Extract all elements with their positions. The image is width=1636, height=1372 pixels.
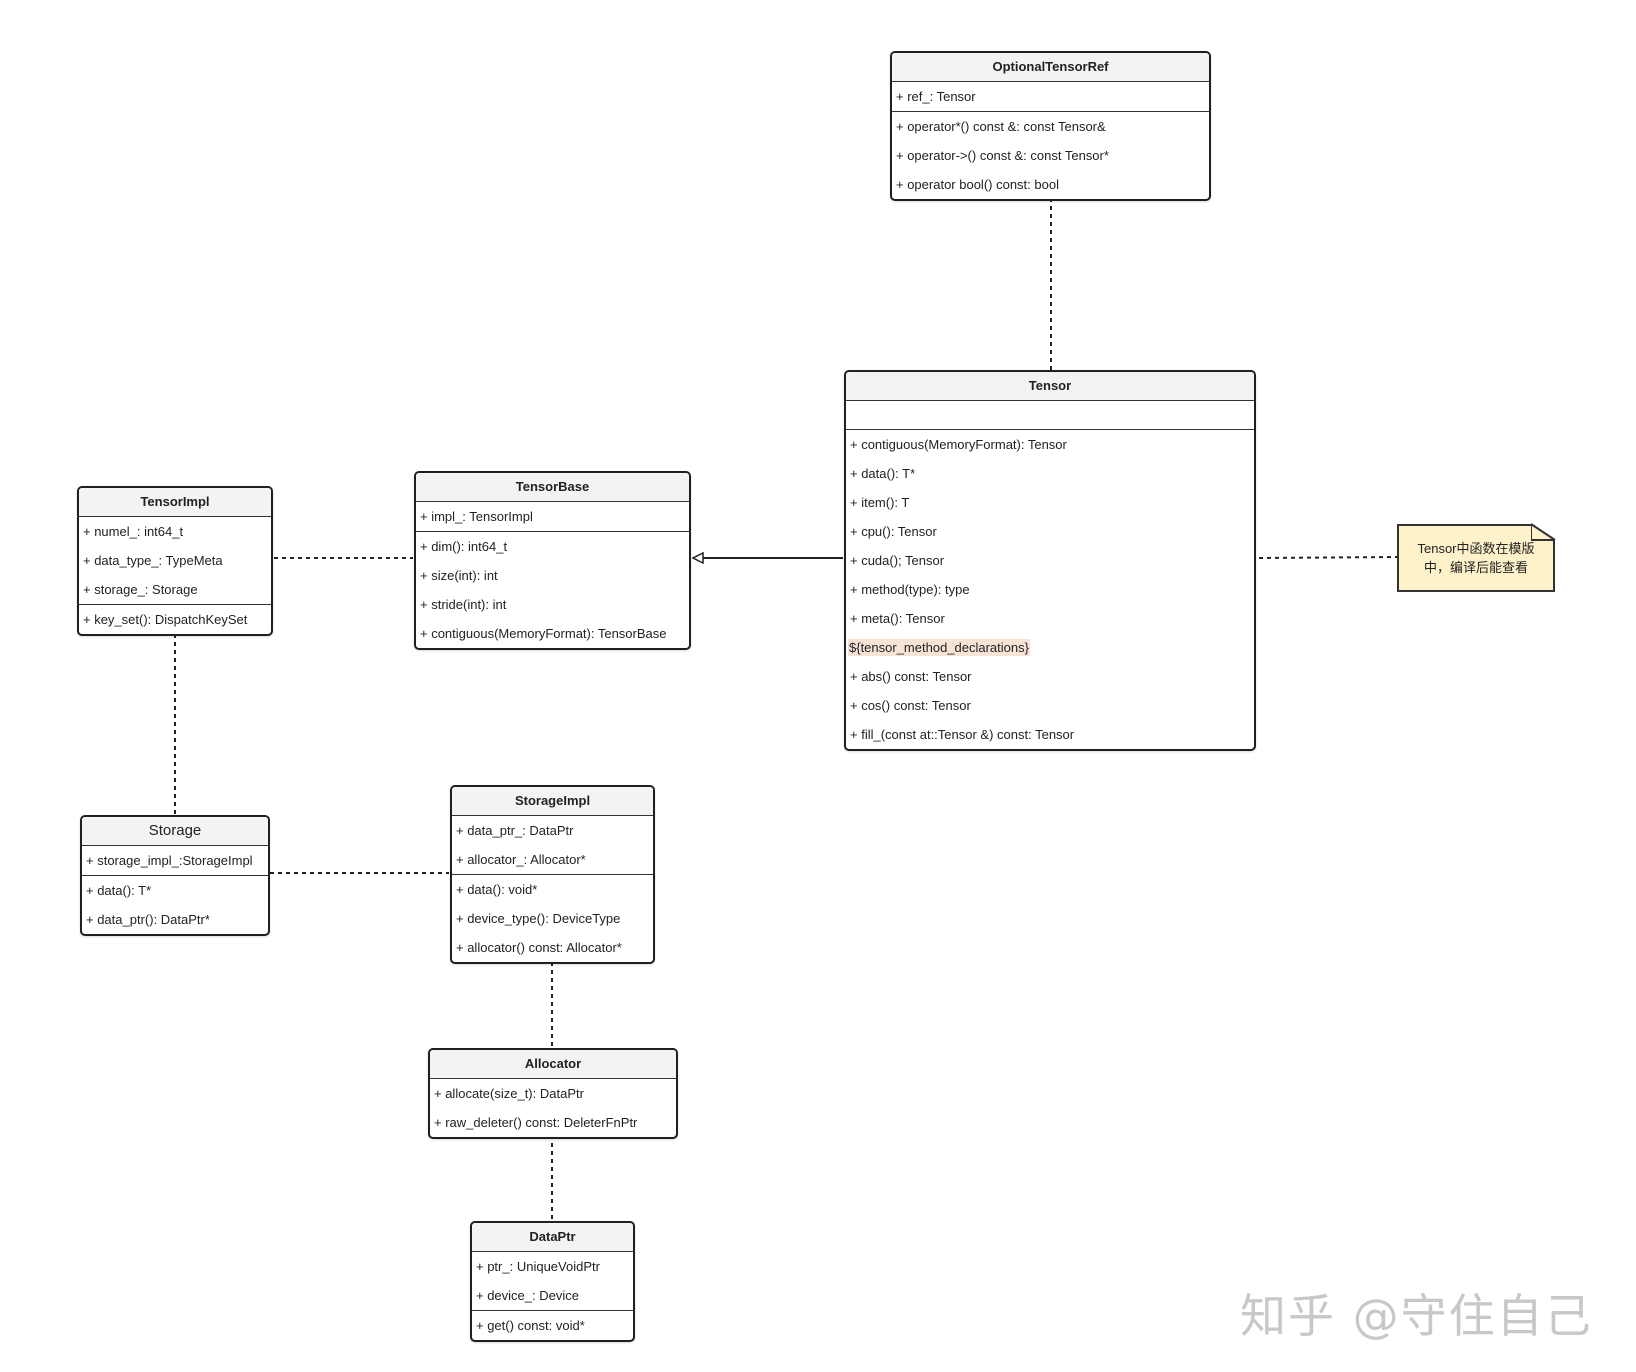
attribute-row: + ptr_: UniqueVoidPtr: [476, 1259, 600, 1274]
method-row: + size(int): int: [420, 568, 498, 583]
class-title: StorageImpl: [452, 787, 653, 816]
methods-section: + data(): void* + device_type(): DeviceT…: [452, 875, 653, 962]
note-fold-corner-icon: [1531, 523, 1556, 541]
attributes-section: + storage_impl_:StorageImpl: [82, 846, 268, 876]
watermark: 知乎 @守住自己: [1240, 1289, 1593, 1343]
class-storageimpl[interactable]: StorageImpl + data_ptr_: DataPtr + alloc…: [450, 785, 655, 964]
class-storage[interactable]: Storage + storage_impl_:StorageImpl + da…: [80, 815, 270, 936]
method-row: + method(type): type: [850, 582, 970, 597]
attribute-row: + allocator_: Allocator*: [456, 852, 586, 867]
attribute-row: + device_: Device: [476, 1288, 579, 1303]
attribute-row: + data_ptr_: DataPtr: [456, 823, 574, 838]
method-row: + get() const: void*: [476, 1318, 585, 1333]
attributes-section: + ptr_: UniqueVoidPtr + device_: Device: [472, 1252, 633, 1311]
class-allocator[interactable]: Allocator + allocate(size_t): DataPtr + …: [428, 1048, 678, 1139]
note-text: Tensor中函数在模版 中，编译后能查看: [1417, 539, 1534, 577]
edge-tensor-note: [1258, 556, 1398, 559]
template-placeholder: ${tensor_method_declarations}: [848, 639, 1030, 656]
method-row: + device_type(): DeviceType: [456, 911, 621, 926]
method-row: + data(): T*: [850, 466, 916, 481]
method-row: + allocator() const: Allocator*: [456, 940, 622, 955]
method-row: + allocate(size_t): DataPtr: [434, 1086, 584, 1101]
methods-section: + key_set(): DispatchKeySet: [79, 605, 271, 634]
note-line: Tensor中函数在模版: [1417, 541, 1535, 556]
class-title: TensorBase: [416, 473, 689, 502]
methods-section: + dim(): int64_t + size(int): int + stri…: [416, 532, 689, 648]
attributes-section: + ref_: Tensor: [892, 82, 1209, 112]
attributes-section: + data_ptr_: DataPtr + allocator_: Alloc…: [452, 816, 653, 875]
method-row: + meta(): Tensor: [850, 611, 945, 626]
methods-section: + data(): T* + data_ptr(): DataPtr*: [82, 876, 268, 934]
method-row: + cuda(); Tensor: [850, 553, 945, 568]
class-title: Allocator: [430, 1050, 676, 1079]
method-row: + cos() const: Tensor: [850, 698, 971, 713]
method-row: + dim(): int64_t: [420, 539, 508, 554]
method-row: + abs() const: Tensor: [850, 669, 972, 684]
template-placeholder-row: ${tensor_method_declarations}: [846, 633, 1254, 662]
class-tensorimpl[interactable]: TensorImpl + numel_: int64_t + data_type…: [77, 486, 273, 636]
attribute-row: + storage_impl_:StorageImpl: [86, 853, 253, 868]
method-row: + operator->() const &: const Tensor*: [896, 148, 1109, 163]
attributes-section-empty: [846, 401, 1254, 430]
method-row: + contiguous(MemoryFormat): TensorBase: [420, 626, 667, 641]
attribute-row: + storage_: Storage: [83, 582, 198, 597]
class-title: TensorImpl: [79, 488, 271, 517]
class-title: Tensor: [846, 372, 1254, 401]
methods-section: + contiguous(MemoryFormat): Tensor + dat…: [846, 430, 1254, 749]
method-row: + fill_(const at::Tensor &) const: Tenso…: [850, 727, 1075, 742]
class-title: Storage: [82, 817, 268, 846]
class-tensorbase[interactable]: TensorBase + impl_: TensorImpl + dim(): …: [414, 471, 691, 650]
class-title: DataPtr: [472, 1223, 633, 1252]
class-optionaltensorref[interactable]: OptionalTensorRef + ref_: Tensor + opera…: [890, 51, 1211, 201]
attributes-section: + impl_: TensorImpl: [416, 502, 689, 532]
method-row: + data(): void*: [456, 882, 538, 897]
note-line: 中，编译后能查看: [1423, 560, 1528, 575]
attribute-row: + data_type_: TypeMeta: [83, 553, 223, 568]
methods-section: + allocate(size_t): DataPtr + raw_delete…: [430, 1079, 676, 1137]
method-row: + key_set(): DispatchKeySet: [83, 612, 248, 627]
method-row: + raw_deleter() const: DeleterFnPtr: [434, 1115, 638, 1130]
method-row: + cpu(): Tensor: [850, 524, 937, 539]
class-dataptr[interactable]: DataPtr + ptr_: UniqueVoidPtr + device_:…: [470, 1221, 635, 1342]
attribute-row: + impl_: TensorImpl: [420, 509, 533, 524]
method-row: + operator*() const &: const Tensor&: [896, 119, 1106, 134]
method-row: + contiguous(MemoryFormat): Tensor: [850, 437, 1067, 452]
attributes-section: + numel_: int64_t + data_type_: TypeMeta…: [79, 517, 271, 605]
class-tensor[interactable]: Tensor + contiguous(MemoryFormat): Tenso…: [844, 370, 1256, 751]
class-title: OptionalTensorRef: [892, 53, 1209, 82]
connector-layer: [174, 198, 1398, 1220]
method-row: + stride(int): int: [420, 597, 507, 612]
methods-section: + get() const: void*: [472, 1311, 633, 1340]
method-row: + data_ptr(): DataPtr*: [86, 912, 210, 927]
method-row: + operator bool() const: bool: [896, 177, 1059, 192]
attribute-row: + ref_: Tensor: [896, 89, 976, 104]
attribute-row: + numel_: int64_t: [83, 524, 184, 539]
method-row: + item(): T: [850, 495, 910, 510]
method-row: + data(): T*: [86, 883, 152, 898]
methods-section: + operator*() const &: const Tensor& + o…: [892, 112, 1209, 199]
